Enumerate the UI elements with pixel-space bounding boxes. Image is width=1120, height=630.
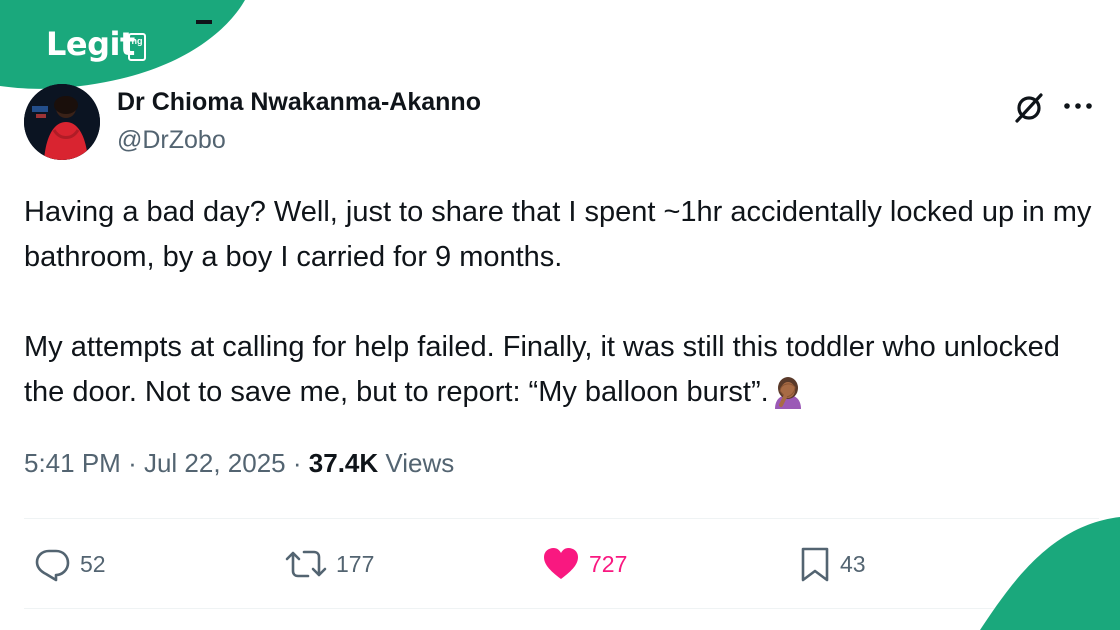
reply-icon (35, 549, 70, 582)
author-handle[interactable]: @DrZobo (117, 126, 226, 155)
like-count: 727 (589, 550, 628, 577)
logo-text: Legit (46, 25, 135, 63)
woman-facepalming-icon (771, 375, 805, 409)
repost-button[interactable]: 177 (284, 544, 374, 584)
tweet-paragraph-1: Having a bad day? Well, just to share th… (24, 196, 1092, 273)
divider-bottom (24, 608, 1099, 609)
logo-tld: ng (128, 33, 146, 61)
tweet-meta: 5:41 PM · Jul 22, 2025 · 37.4K Views (24, 448, 454, 479)
bookmark-count: 43 (840, 550, 866, 577)
reply-count: 52 (80, 550, 106, 577)
grok-icon[interactable] (1012, 90, 1046, 124)
legit-logo: Legit ng (0, 0, 250, 90)
author-name[interactable]: Dr Chioma Nwakanma-Akanno (117, 88, 481, 117)
more-icon[interactable] (1062, 96, 1094, 116)
corner-decoration (980, 517, 1120, 630)
avatar[interactable] (24, 84, 100, 160)
tweet-date[interactable]: Jul 22, 2025 (144, 448, 286, 478)
divider-top (24, 518, 1099, 519)
repost-count: 177 (336, 550, 375, 577)
tweet-time[interactable]: 5:41 PM (24, 448, 121, 478)
meta-separator-2: · (292, 448, 302, 478)
reply-button[interactable]: 52 (34, 544, 106, 584)
views-label: Views (385, 448, 455, 478)
bookmark-icon (801, 547, 829, 582)
tweet-paragraph-2-text: My attempts at calling for help failed. … (24, 331, 1060, 408)
bookmark-button[interactable]: 43 (798, 544, 866, 584)
views-count: 37.4K (308, 448, 379, 478)
cropped-text-fragment (196, 20, 212, 24)
avatar-image (24, 84, 100, 160)
repost-icon (285, 550, 327, 578)
like-button[interactable]: 727 (541, 544, 627, 584)
tweet-text: Having a bad day? Well, just to share th… (24, 190, 1104, 415)
tweet-paragraph-2: My attempts at calling for help failed. … (24, 325, 1104, 415)
like-icon (544, 548, 578, 579)
screenshot: Legit ng Dr Chioma Nwakanma-Akanno @DrZo… (0, 0, 1120, 630)
meta-separator: · (128, 448, 137, 478)
